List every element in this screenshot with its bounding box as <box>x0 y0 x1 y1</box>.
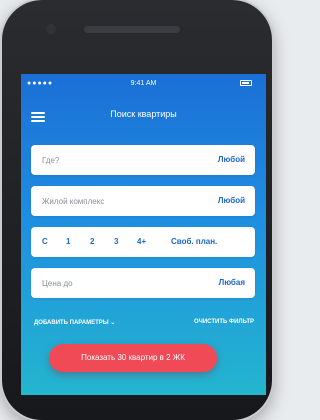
price-value: Любая <box>218 278 245 287</box>
price-field[interactable]: Цена до Любая <box>31 268 255 298</box>
complex-field[interactable]: Жилой комплекс Любой <box>31 186 255 216</box>
room-option-studio[interactable]: С <box>42 237 48 246</box>
location-placeholder: Где? <box>42 156 60 165</box>
complex-placeholder: Жилой комплекс <box>42 197 105 206</box>
price-placeholder: Цена до <box>42 279 73 288</box>
room-option-3[interactable]: 3 <box>114 237 118 246</box>
add-parameters-link[interactable]: ДОБАВИТЬ ПАРАМЕТРЫ ⌄ <box>34 319 115 326</box>
room-option-4plus[interactable]: 4+ <box>137 237 146 246</box>
show-results-button[interactable]: Показать 30 квартир в 2 ЖК <box>49 344 217 372</box>
status-bar: ●●●●● 9:41 AM <box>21 74 266 92</box>
speaker-grille <box>84 26 180 33</box>
clear-filter-link[interactable]: ОЧИСТИТЬ ФИЛЬТР <box>194 319 254 325</box>
room-option-1[interactable]: 1 <box>66 237 70 246</box>
room-option-2[interactable]: 2 <box>90 237 94 246</box>
page-title: Поиск квартиры <box>110 109 177 119</box>
rooms-selector: С 1 2 3 4+ Своб. план. <box>31 227 255 257</box>
battery-icon <box>240 80 252 86</box>
phone-frame: ●●●●● 9:41 AM Поиск квартиры Где? Любой … <box>2 0 272 420</box>
complex-value: Любой <box>217 196 245 205</box>
front-camera <box>46 24 56 34</box>
room-option-free-plan[interactable]: Своб. план. <box>171 237 217 246</box>
app-screen: ●●●●● 9:41 AM Поиск квартиры Где? Любой … <box>21 74 266 395</box>
status-time: 9:41 AM <box>130 80 157 87</box>
location-field[interactable]: Где? Любой <box>31 145 255 175</box>
location-value: Любой <box>217 155 245 164</box>
filter-links: ДОБАВИТЬ ПАРАМЕТРЫ ⌄ ОЧИСТИТЬ ФИЛЬТР <box>31 319 254 331</box>
